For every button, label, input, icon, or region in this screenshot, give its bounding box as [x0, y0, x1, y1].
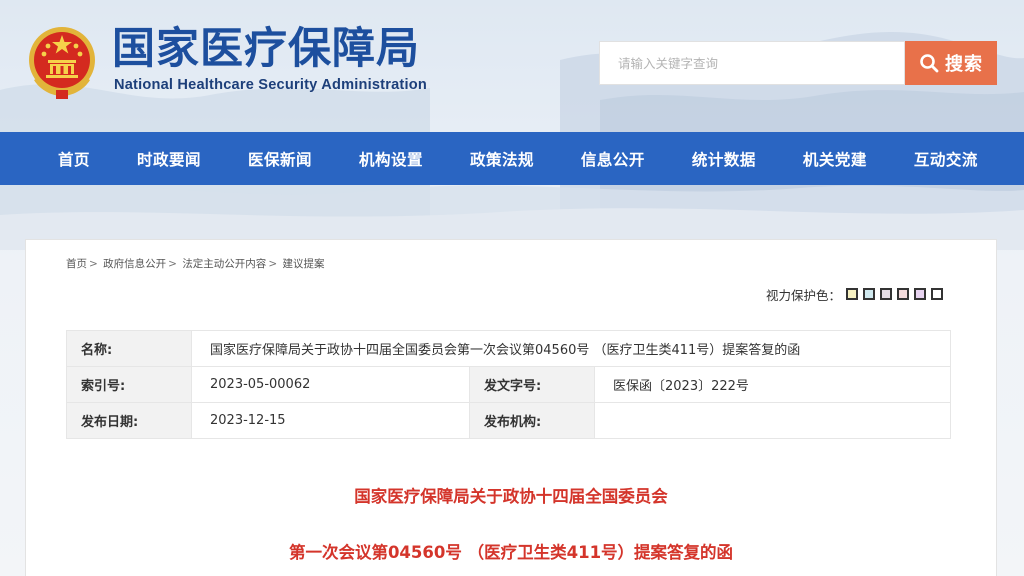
- breadcrumb-statutory-content[interactable]: 法定主动公开内容: [182, 258, 266, 270]
- index-value: 2023-05-00062: [191, 366, 470, 403]
- nav-item-statistics[interactable]: 统计数据: [692, 148, 756, 170]
- breadcrumb-separator: >: [89, 258, 98, 270]
- publish-date-label: 发布日期:: [66, 402, 192, 439]
- search-button[interactable]: 搜索: [905, 41, 997, 85]
- table-row: 索引号: 2023-05-00062 发文字号: 医保函〔2023〕222号: [66, 366, 952, 403]
- name-label: 名称:: [66, 330, 192, 367]
- search-bar: 搜索: [599, 41, 997, 85]
- doc-number-value: 医保函〔2023〕222号: [593, 366, 952, 403]
- document-title-line-2: 第一次会议第04560号 （医疗卫生类411号）提案答复的函: [288, 543, 734, 562]
- color-swatch-pink[interactable]: [897, 288, 910, 300]
- color-swatch-yellow[interactable]: [846, 288, 859, 300]
- breadcrumb-gov-info[interactable]: 政府信息公开: [103, 258, 166, 270]
- search-input[interactable]: [599, 41, 905, 85]
- breadcrumb-separator: >: [168, 258, 177, 270]
- table-row: 名称: 国家医疗保障局关于政协十四届全国委员会第一次会议第04560号 （医疗卫…: [66, 330, 952, 367]
- main-nav: 首页 时政要闻 医保新闻 机构设置 政策法规 信息公开 统计数据 机关党建 互动…: [0, 132, 1024, 185]
- national-emblem-icon[interactable]: [26, 24, 98, 100]
- publisher-label: 发布机构:: [469, 402, 595, 439]
- breadcrumb-separator: >: [268, 258, 278, 270]
- search-button-label: 搜索: [945, 54, 983, 75]
- nav-item-organization[interactable]: 机构设置: [359, 148, 423, 170]
- publisher-value: [593, 402, 952, 439]
- index-label: 索引号:: [66, 366, 192, 403]
- nav-item-party-building[interactable]: 机关党建: [803, 148, 867, 170]
- document-title-line-1: 国家医疗保障局关于政协十四届全国委员会: [354, 487, 668, 506]
- nav-item-current-affairs[interactable]: 时政要闻: [137, 148, 201, 170]
- nav-item-policies[interactable]: 政策法规: [470, 148, 534, 170]
- nav-item-home[interactable]: 首页: [58, 148, 90, 170]
- nav-item-interaction[interactable]: 互动交流: [914, 148, 978, 170]
- search-icon: [919, 53, 939, 73]
- site-header: 国家医疗保障局 National Healthcare Security Adm…: [0, 0, 1024, 132]
- content-panel: 首页 > 政府信息公开 > 法定主动公开内容 > 建议提案 视力保护色： 名称: 国家…: [25, 239, 997, 576]
- color-swatch-gray[interactable]: [880, 288, 893, 300]
- vision-label: 视力保护色：: [766, 287, 842, 303]
- breadcrumb: 首页 > 政府信息公开 > 法定主动公开内容 > 建议提案: [66, 256, 324, 271]
- nav-item-info-disclosure[interactable]: 信息公开: [581, 148, 645, 170]
- vision-protection-colors: 视力保护色：: [766, 285, 944, 303]
- site-title[interactable]: 国家医疗保障局: [112, 24, 420, 74]
- nav-item-healthcare-news[interactable]: 医保新闻: [248, 148, 312, 170]
- color-swatch-white[interactable]: [931, 288, 944, 300]
- doc-number-label: 发文字号:: [469, 366, 595, 403]
- breadcrumb-home[interactable]: 首页: [66, 258, 87, 270]
- publish-date-value: 2023-12-15: [191, 402, 470, 439]
- table-row: 发布日期: 2023-12-15 发布机构:: [66, 402, 952, 439]
- breadcrumb-proposals[interactable]: 建议提案: [282, 258, 324, 270]
- color-swatch-purple[interactable]: [914, 288, 927, 300]
- name-value: 国家医疗保障局关于政协十四届全国委员会第一次会议第04560号 （医疗卫生类41…: [190, 330, 952, 367]
- site-title-english[interactable]: National Healthcare Security Administrat…: [114, 77, 427, 93]
- document-metadata-table: 名称: 国家医疗保障局关于政协十四届全国委员会第一次会议第04560号 （医疗卫…: [66, 330, 952, 439]
- color-swatch-blue[interactable]: [863, 288, 876, 300]
